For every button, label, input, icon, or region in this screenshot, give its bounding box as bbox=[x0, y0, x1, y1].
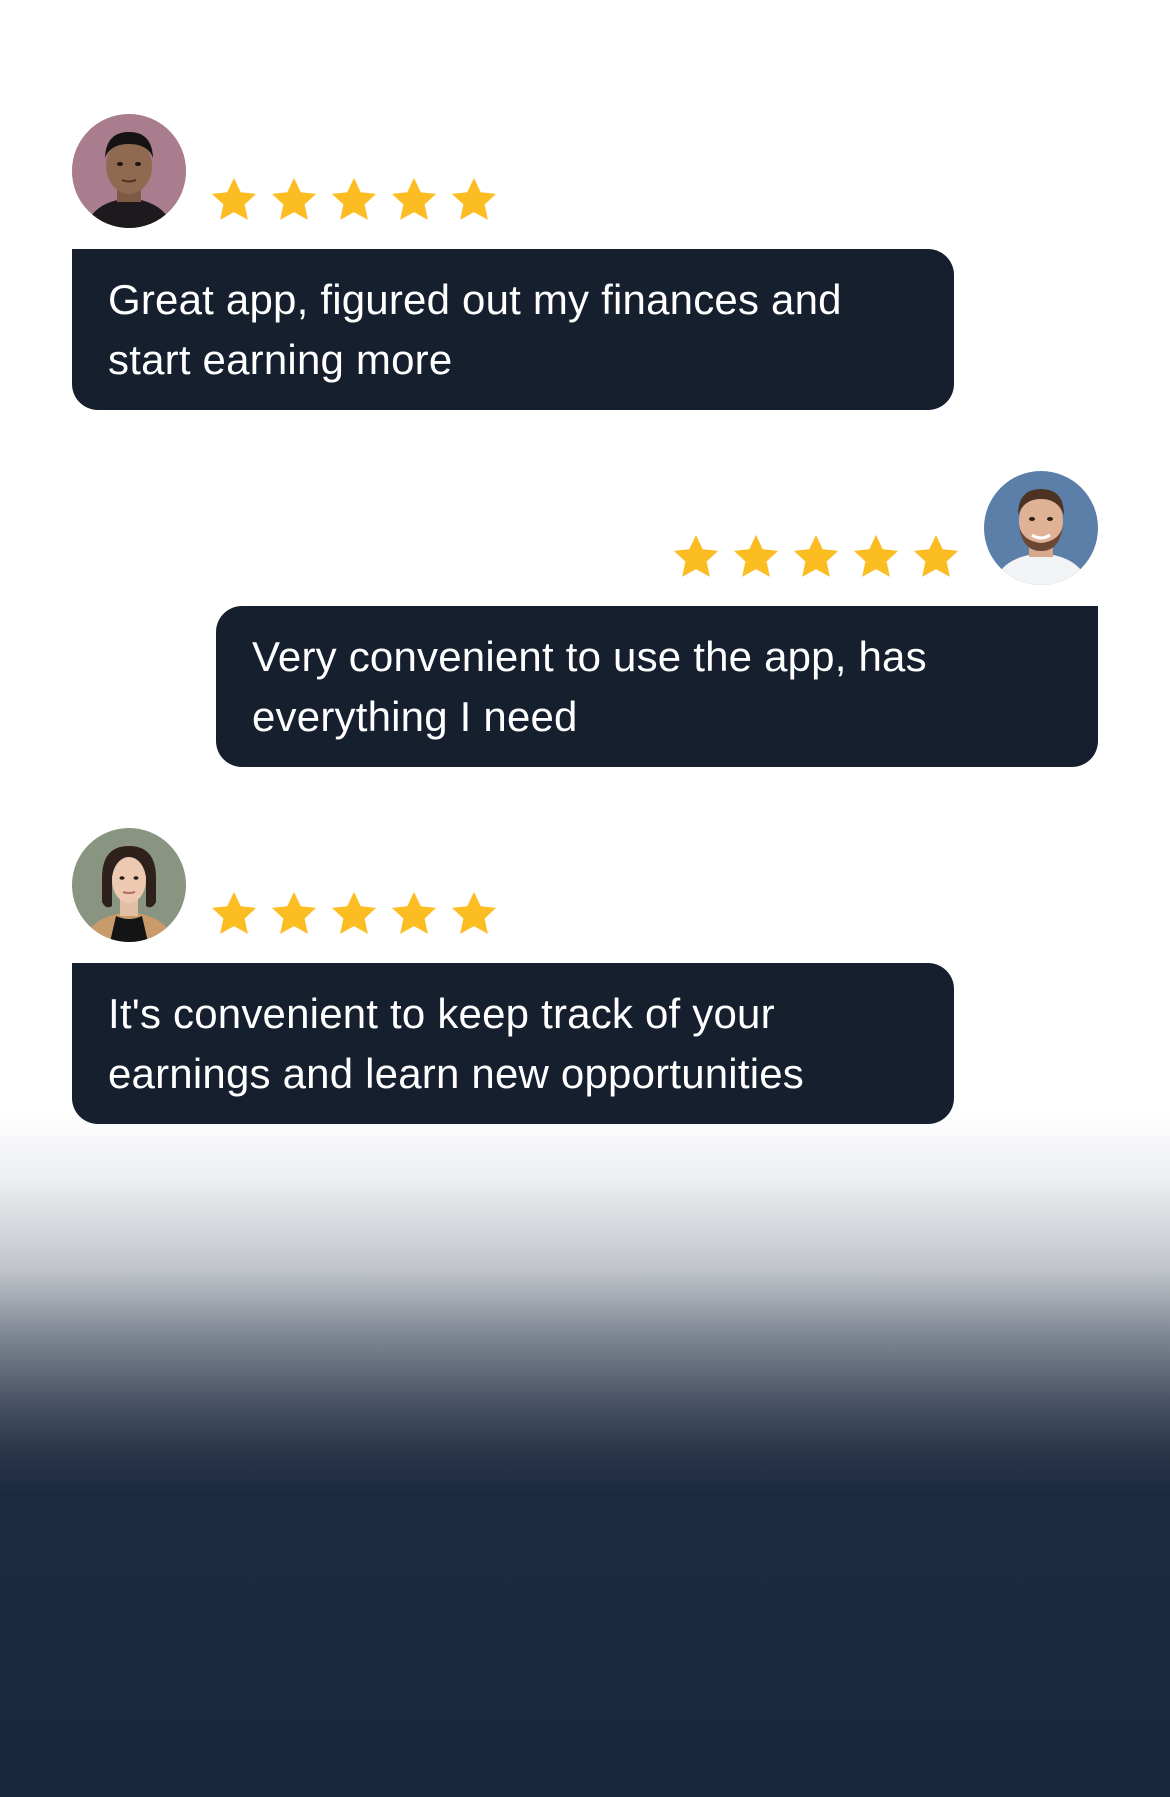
rating-stars-1 bbox=[208, 174, 500, 226]
reviewer-avatar-1 bbox=[72, 114, 186, 228]
star-icon bbox=[391, 177, 437, 220]
review-text-bubble-2: Very convenient to use the app, has ever… bbox=[216, 606, 1098, 767]
star-icon bbox=[673, 534, 719, 577]
star-icon bbox=[451, 891, 497, 934]
star-icon bbox=[211, 891, 257, 934]
star-icon bbox=[451, 177, 497, 220]
rating-stars-3 bbox=[208, 888, 500, 940]
star-icon bbox=[733, 534, 779, 577]
review-text-3: It's convenient to keep track of your ea… bbox=[108, 990, 804, 1097]
reviewer-avatar-3 bbox=[72, 828, 186, 942]
star-icon bbox=[271, 891, 317, 934]
star-icon bbox=[853, 534, 899, 577]
rating-stars-2 bbox=[670, 531, 962, 583]
reviews-screen: Great app, figured out my finances and s… bbox=[0, 0, 1170, 1797]
star-icon bbox=[331, 177, 377, 220]
star-icon bbox=[331, 891, 377, 934]
star-icon bbox=[391, 891, 437, 934]
woman-portrait-icon bbox=[72, 828, 186, 942]
review-text-bubble-3: It's convenient to keep track of your ea… bbox=[72, 963, 954, 1124]
review-text-1: Great app, figured out my finances and s… bbox=[108, 276, 842, 383]
review-text-bubble-1: Great app, figured out my finances and s… bbox=[72, 249, 954, 410]
star-icon bbox=[793, 534, 839, 577]
star-icon bbox=[913, 534, 959, 577]
man-portrait-icon bbox=[72, 114, 186, 228]
star-icon bbox=[211, 177, 257, 220]
reviewer-avatar-2 bbox=[984, 471, 1098, 585]
review-text-2: Very convenient to use the app, has ever… bbox=[252, 633, 927, 740]
bearded-man-portrait-icon bbox=[984, 471, 1098, 585]
star-icon bbox=[271, 177, 317, 220]
